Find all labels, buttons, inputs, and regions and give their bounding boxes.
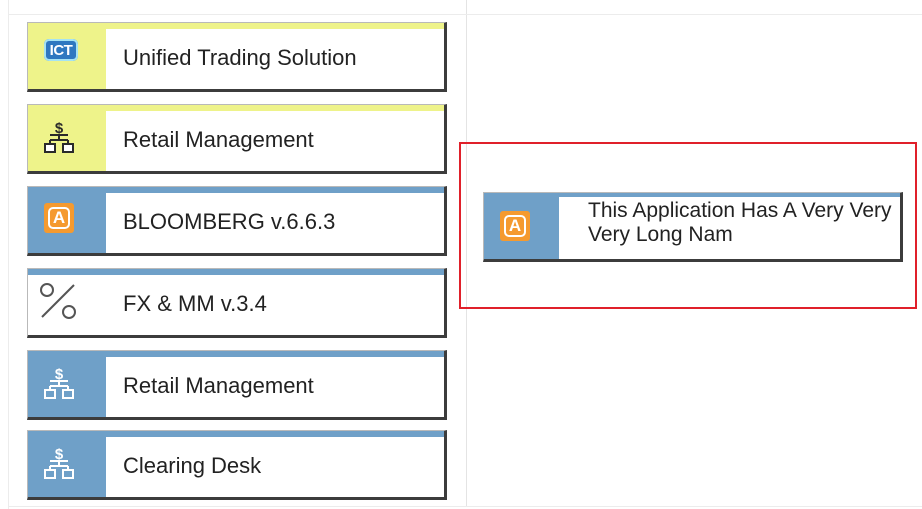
tile-label: This Application Has A Very Very Very Lo… — [588, 199, 892, 246]
app-tile-fx-mm[interactable]: FX & MM v.3.4 — [27, 268, 447, 338]
percent-icon — [36, 279, 80, 323]
app-tile-retail-management-2[interactable]: $ Retail Management — [27, 350, 447, 420]
app-tile-long-name[interactable]: A This Application Has A Very Very Very … — [483, 192, 903, 262]
app-launcher-area: ICT Unified Trading Solution $ Retail Ma… — [0, 0, 922, 509]
org-chart-dollar-icon: $ — [42, 120, 76, 155]
grid-line — [8, 506, 922, 507]
tile-label: Unified Trading Solution — [123, 45, 357, 70]
app-a-glyph: A — [504, 215, 526, 237]
tile-label: FX & MM v.3.4 — [123, 291, 267, 316]
app-tile-unified-trading-solution[interactable]: ICT Unified Trading Solution — [27, 22, 447, 92]
org-chart-dollar-icon: $ — [42, 366, 76, 401]
app-tile-clearing-desk[interactable]: $ Clearing Desk — [27, 430, 447, 500]
grid-line — [8, 14, 922, 15]
tile-color-strip — [484, 193, 900, 197]
tile-label: BLOOMBERG v.6.6.3 — [123, 209, 336, 234]
tile-label: Retail Management — [123, 127, 314, 152]
app-a-glyph: A — [48, 207, 70, 229]
tile-label: Retail Management — [123, 373, 314, 398]
app-tile-retail-management[interactable]: $ Retail Management — [27, 104, 447, 174]
app-a-icon: A — [42, 201, 76, 235]
tile-label: Clearing Desk — [123, 453, 262, 478]
app-tile-bloomberg[interactable]: A BLOOMBERG v.6.6.3 — [27, 186, 447, 256]
org-chart-dollar-icon: $ — [42, 446, 76, 481]
ict-logo-text: ICT — [44, 39, 78, 61]
ict-logo-icon: ICT — [44, 33, 78, 67]
grid-line — [8, 0, 9, 509]
app-a-icon: A — [498, 209, 532, 243]
